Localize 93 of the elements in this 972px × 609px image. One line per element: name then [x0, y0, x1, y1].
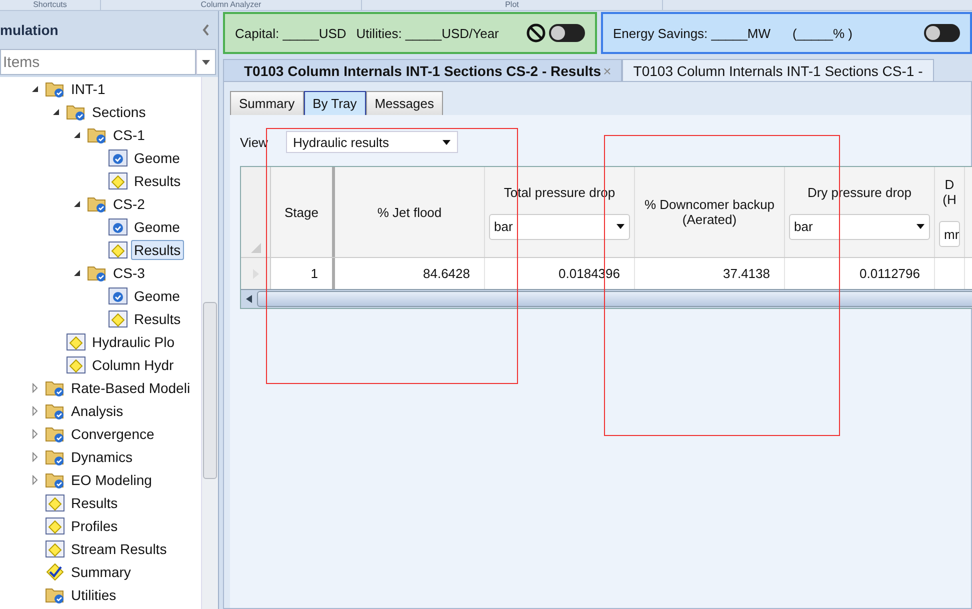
tree-item[interactable]: Profiles: [68, 516, 121, 536]
diamond-sheet-icon: [45, 494, 65, 512]
tab[interactable]: Summary: [230, 91, 304, 115]
horizontal-scrollbar[interactable]: [241, 289, 972, 308]
folder-check-icon: [45, 378, 65, 396]
ribbon-tab[interactable]: Column Analyzer: [101, 0, 362, 10]
caret-icon[interactable]: [442, 140, 451, 144]
collapse-arrow-icon[interactable]: [52, 108, 60, 116]
diamond-sheet-icon: [108, 172, 128, 190]
summary-check-icon: [45, 562, 65, 580]
folder-check-icon: [45, 470, 65, 488]
table-cell: 1: [310, 266, 318, 281]
folder-check-icon: [87, 194, 107, 212]
column-header: % Downcomer backup (Aerated): [643, 197, 776, 227]
tree-item[interactable]: Dynamics: [68, 446, 136, 466]
utilities-label: Utilities: _____USD/Year: [356, 26, 499, 40]
capital-label: Capital: _____USD: [235, 26, 346, 40]
unit-dropdown[interactable]: bar: [489, 214, 630, 240]
tree-item[interactable]: INT-1: [68, 78, 108, 98]
folder-check-icon: [45, 586, 65, 604]
tree-item[interactable]: Results: [131, 170, 184, 190]
tree-item[interactable]: CS-1: [110, 124, 148, 144]
tree-item[interactable]: Summary: [68, 562, 134, 582]
tree-item[interactable]: Sections: [89, 102, 149, 122]
tree-item[interactable]: EO Modeling: [68, 470, 155, 490]
view-dropdown[interactable]: Hydraulic results: [286, 131, 458, 153]
folder-check-icon: [45, 424, 65, 442]
panel-title: mulation: [0, 22, 58, 38]
folder-check-icon: [45, 80, 65, 98]
diamond-sheet-icon: [45, 516, 65, 534]
form-check-icon: [108, 218, 128, 236]
form-check-icon: [108, 286, 128, 304]
folder-check-icon: [66, 102, 86, 120]
folder-check-icon: [45, 402, 65, 420]
expand-arrow-icon[interactable]: [31, 452, 39, 462]
tab[interactable]: Messages: [366, 91, 443, 115]
table-cell: 37.4138: [723, 266, 770, 281]
table-cell: 84.6428: [423, 266, 470, 281]
tree-item[interactable]: CS-3: [110, 262, 148, 282]
toggle-switch[interactable]: [549, 24, 585, 42]
column-header: Stage: [284, 204, 318, 220]
document-tab[interactable]: T0103 Column Internals INT-1 Sections CS-1 -: [622, 59, 934, 81]
diamond-sheet-icon: [45, 540, 65, 558]
tree-item[interactable]: Column Hydr: [89, 354, 177, 374]
scroll-left-icon[interactable]: [246, 295, 252, 303]
ribbon-tab[interactable]: Shortcuts: [0, 0, 101, 10]
collapse-arrow-icon[interactable]: [73, 130, 81, 138]
collapse-arrow-icon[interactable]: [73, 200, 81, 208]
expand-arrow-icon[interactable]: [31, 382, 39, 392]
prohibited-icon: [526, 23, 546, 43]
diamond-sheet-icon: [66, 356, 86, 374]
tree-item[interactable]: Geome: [131, 148, 183, 168]
collapse-chevron-icon[interactable]: [202, 24, 210, 36]
expand-arrow-icon[interactable]: [31, 474, 39, 484]
column-header: D (H: [942, 177, 958, 207]
tree-item[interactable]: Analysis: [68, 400, 126, 420]
form-check-icon: [108, 148, 128, 166]
tree-item[interactable]: CS-2: [110, 194, 148, 214]
collapse-arrow-icon[interactable]: [31, 84, 39, 92]
toggle-switch[interactable]: [924, 24, 960, 42]
tab[interactable]: By Tray: [304, 91, 366, 115]
document-tab[interactable]: T0103 Column Internals INT-1 Sections CS-2 - Results×: [223, 59, 622, 81]
tree-item[interactable]: Utilities: [68, 584, 120, 604]
tree-item[interactable]: Results: [68, 492, 121, 512]
caret-icon[interactable]: [202, 60, 210, 64]
filter-field[interactable]: Items: [0, 49, 196, 75]
unit-dropdown[interactable]: bar: [789, 214, 930, 240]
percent-label: (_____% ): [792, 26, 853, 40]
folder-check-icon: [87, 264, 107, 282]
tree-item[interactable]: Results: [131, 308, 184, 328]
ribbon-tab[interactable]: Plot: [362, 0, 663, 10]
energy-savings-label: Energy Savings: _____MW: [613, 26, 771, 40]
expand-arrow-icon[interactable]: [31, 406, 39, 416]
tree-item[interactable]: Convergence: [68, 424, 158, 444]
tree-item[interactable]: Results: [131, 240, 184, 260]
caret-icon[interactable]: [916, 224, 925, 229]
unit-dropdown[interactable]: mr: [939, 221, 960, 247]
diamond-sheet-icon: [66, 332, 86, 350]
caret-icon[interactable]: [616, 224, 625, 229]
collapse-arrow-icon[interactable]: [73, 268, 81, 276]
tree-item[interactable]: Hydraulic Plo: [89, 332, 178, 352]
tree-item[interactable]: Geome: [131, 216, 183, 236]
tree-item[interactable]: Stream Results: [68, 538, 170, 558]
tree-item[interactable]: Geome: [131, 286, 183, 306]
folder-check-icon: [87, 126, 107, 144]
folder-check-icon: [45, 448, 65, 466]
diamond-sheet-icon: [108, 310, 128, 328]
table-cell: 0.0112796: [860, 266, 920, 281]
vertical-scrollbar[interactable]: [201, 77, 218, 609]
tree-item[interactable]: Rate-Based Modeli: [68, 378, 194, 398]
expand-arrow-icon[interactable]: [31, 428, 39, 438]
column-header: % Jet flood: [377, 204, 442, 220]
diamond-sheet-icon: [108, 240, 128, 258]
